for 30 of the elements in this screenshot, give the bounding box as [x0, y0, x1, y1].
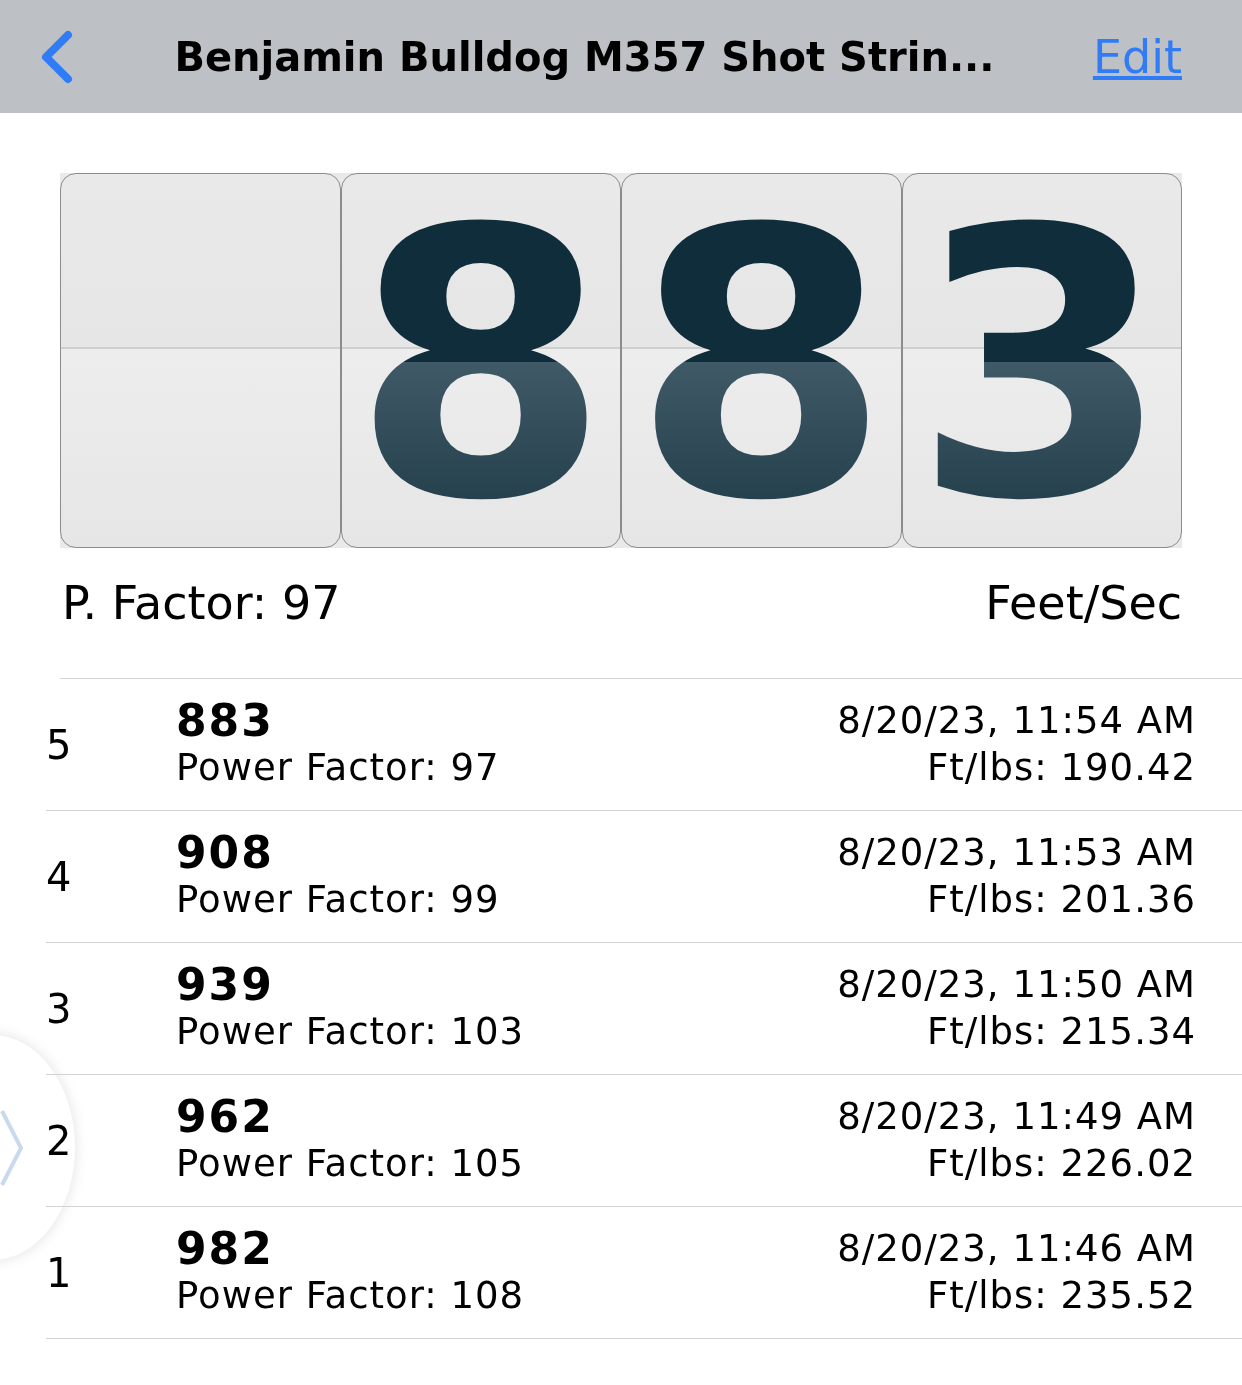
edit-link[interactable]: Edit — [1092, 29, 1182, 84]
chevron-right-icon — [0, 1107, 25, 1188]
shot-velocity: 962 — [176, 1094, 274, 1141]
shot-energy: Ft/lbs: 226.02 — [927, 1141, 1196, 1186]
shot-number: 1 — [46, 1249, 73, 1296]
shot-energy: Ft/lbs: 190.42 — [927, 745, 1196, 790]
shot-number: 2 — [46, 1117, 73, 1164]
power-factor-label: P. Factor: 97 — [62, 576, 341, 630]
screen-title: Benjamin Bulldog M357 Shot Strin... — [173, 33, 996, 80]
shot-power-factor: Power Factor: 99 — [176, 878, 500, 923]
shot-power-factor: Power Factor: 103 — [176, 1010, 525, 1055]
unit-label: Feet/Sec — [985, 576, 1182, 630]
shot-timestamp: 8/20/23, 11:54 AM — [837, 699, 1196, 744]
shot-timestamp: 8/20/23, 11:46 AM — [837, 1227, 1196, 1272]
shot-power-factor: Power Factor: 105 — [176, 1142, 525, 1187]
shot-velocity: 908 — [176, 830, 274, 877]
shot-power-factor: Power Factor: 108 — [176, 1274, 525, 1319]
shot-energy: Ft/lbs: 235.52 — [927, 1273, 1196, 1318]
shot-velocity: 939 — [176, 962, 274, 1009]
shot-energy: Ft/lbs: 201.36 — [927, 877, 1196, 922]
shot-velocity: 982 — [176, 1226, 274, 1273]
shot-number: 5 — [46, 721, 73, 768]
shot-timestamp: 8/20/23, 11:49 AM — [837, 1095, 1196, 1140]
shot-energy: Ft/lbs: 215.34 — [927, 1009, 1196, 1054]
shot-velocity: 883 — [176, 698, 274, 745]
shot-timestamp: 8/20/23, 11:53 AM — [837, 831, 1196, 876]
shot-timestamp: 8/20/23, 11:50 AM — [837, 963, 1196, 1008]
shot-power-factor: Power Factor: 97 — [176, 746, 500, 791]
shot-number: 4 — [46, 853, 73, 900]
shot-number: 3 — [46, 985, 73, 1032]
